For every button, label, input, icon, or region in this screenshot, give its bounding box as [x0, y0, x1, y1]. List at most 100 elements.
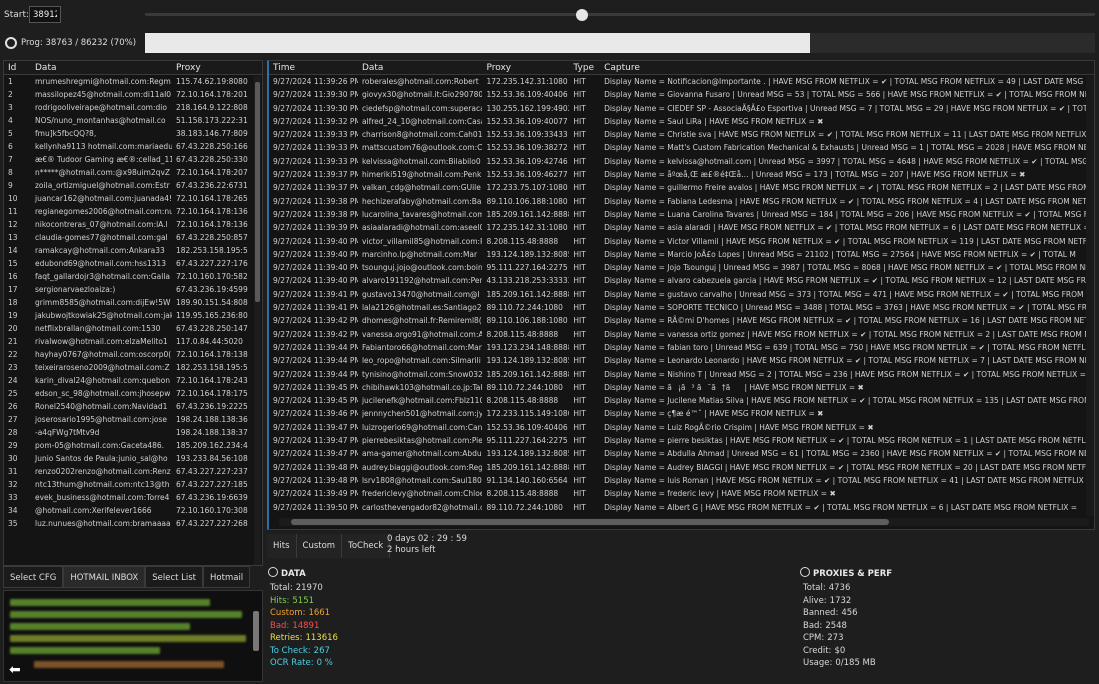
table-row[interactable]: 34 @hotmail.com:Xerifelever1666 72.10.160.… [4, 504, 262, 517]
table-row[interactable]: 9/27/2024 11:39:33 PM mattscustom76@outlo… [269, 141, 1094, 154]
table-row[interactable]: 27 joserosario1995@hotmail.com:jose 198.24… [4, 413, 262, 426]
table-row[interactable]: 9 zoila_ortizmiguel@hotmail.com:Estr 67.43… [4, 179, 262, 192]
table-row[interactable]: 35 luz.nunues@hotmail.com:bramaaaa 67.43.2… [4, 517, 262, 530]
tab-tocheck[interactable]: ToCheck [342, 534, 391, 558]
table-row[interactable]: 8 n*****@hotmail.com:@x98uim2qvZ 72.10.164… [4, 166, 262, 179]
table-row[interactable]: 28 -a4qFWg7tMtv9d 198.24.188.138:37 [4, 426, 262, 439]
table-row[interactable]: 9/27/2024 11:39:50 PM carlosthevengador82… [269, 501, 1094, 514]
table-row[interactable]: 33 evek_business@hotmail.com:Torre4 67.43.… [4, 491, 262, 504]
accounts-table[interactable]: Id Data Proxy 1 mrumeshregmi@hotmail.com:… [3, 60, 263, 566]
cell-proxy: 72.10.164.178:207 [176, 168, 248, 177]
table-row[interactable]: 18 grimm8585@hotmail.com:dijEw!5W 189.90.1… [4, 296, 262, 309]
table-row[interactable]: 9/27/2024 11:39:48 PM audrey.biaggi@outlo… [269, 461, 1094, 474]
table-row[interactable]: 21 rivalwow@hotmail.com:elzaMelito1 117.0.… [4, 335, 262, 348]
cell-type: HIT [573, 249, 586, 259]
table-row[interactable]: 9/27/2024 11:39:42 PM dhomes@hotmail.fr:R… [269, 314, 1094, 327]
select-cfg-button[interactable]: Select CFG [3, 566, 64, 588]
table-row[interactable]: 12 nikocontreras_07@hotmail.com:lA.l 72.10… [4, 218, 262, 231]
table-row[interactable]: 9/27/2024 11:39:32 PM alfred_24_10@hotmai… [269, 115, 1094, 128]
start-slider[interactable] [145, 13, 1095, 16]
table-row[interactable]: 9/27/2024 11:39:41 PM gustavo13470@hotmai… [269, 288, 1094, 301]
table-row[interactable]: 19 jakubwojtkowiak25@hotmail.com:jak 119.9… [4, 309, 262, 322]
tab-custom[interactable]: Custom [296, 534, 343, 558]
table-row[interactable]: 10 juancar162@hotmail.com:juanada4! 72.10.… [4, 192, 262, 205]
table-row[interactable]: 9/27/2024 11:39:39 PM asiaalaradi@hotmail… [269, 221, 1094, 234]
table-row[interactable]: 9/27/2024 11:39:40 PM marcinho.lp@hotmail… [269, 248, 1094, 261]
table-row[interactable]: 9/27/2024 11:39:47 PM luizrogerio69@hotma… [269, 421, 1094, 434]
table-row[interactable]: 9/27/2024 11:39:37 PM himeriki519@hotmail… [269, 168, 1094, 181]
cell-data: faqt_gallardojr3@hotmail.com:Galla [35, 272, 170, 281]
table-row[interactable]: 14 ramakcay@hotmail.com:Ankara33 182.253.1… [4, 244, 262, 257]
table-row[interactable]: 6 kellynha9113 hotmail.com:mariaedu 67.43.… [4, 140, 262, 153]
table-row[interactable]: 15 edubond69@hotmail.com:hss1313 67.43.227… [4, 257, 262, 270]
table-row[interactable]: 9/27/2024 11:39:48 PM lsrv1808@hotmail.co… [269, 474, 1094, 487]
select-list-button[interactable]: Select List [145, 566, 204, 588]
col-capture[interactable]: Capture [600, 61, 1094, 74]
table-row[interactable]: 31 renzo0202renzo@hotmail.com:Renz 67.43.2… [4, 465, 262, 478]
table-row[interactable]: 22 hayhay0767@hotmail.com:oscorp0(72.10.1… [4, 348, 262, 361]
table-row[interactable]: 9/27/2024 11:39:26 PM roberales@hotmail.c… [269, 75, 1094, 88]
table-row[interactable]: 9/27/2024 11:39:40 PM alvaro191192@hotmai… [269, 274, 1094, 287]
table-row[interactable]: 9/27/2024 11:39:44 PM leo_ropo@hotmail.co… [269, 354, 1094, 367]
table-row[interactable]: 9/27/2024 11:39:42 PM vanessa.orgo91@hotm… [269, 328, 1094, 341]
col-proxy[interactable]: Proxy [482, 61, 569, 74]
table-row[interactable]: 25 edson_sc_98@hotmail.com:jhosepw 72.10.1… [4, 387, 262, 400]
table-row[interactable]: 26 Ronel2540@hotmail.com:Navidad1 67.43.23… [4, 400, 262, 413]
col-data[interactable]: Data [358, 61, 483, 74]
table-row[interactable]: 20 netflixbrallan@hotmail.com:1530 67.43.2… [4, 322, 262, 335]
start-slider-thumb[interactable] [576, 9, 588, 21]
col-proxy[interactable]: Proxy [172, 61, 252, 74]
log-scrollbar[interactable] [253, 611, 259, 651]
table-row[interactable]: 9/27/2024 11:39:30 PM giovyx30@hotmail.it… [269, 88, 1094, 101]
table-row[interactable]: 13 claudia-gomes77@hotmail.com:gal 67.43.2… [4, 231, 262, 244]
back-icon[interactable]: ⬅ [9, 663, 29, 677]
accounts-scrollbar[interactable] [254, 76, 261, 565]
hits-hscrollbar[interactable] [279, 518, 1089, 526]
cell-proxy: 198.24.188.138:37 [176, 428, 248, 437]
cell-time: 9/27/2024 11:39:40 PM [273, 263, 358, 273]
table-row[interactable]: 9/27/2024 11:39:45 PM jucilenefk@hotmail.… [269, 394, 1094, 407]
table-row[interactable]: 9/27/2024 11:39:47 PM ama-gamer@hotmail.c… [269, 447, 1094, 460]
table-row[interactable]: 9/27/2024 11:39:40 PM victor_villamil85@h… [269, 235, 1094, 248]
table-row[interactable]: 9/27/2024 11:39:33 PM charrison8@hotmail.… [269, 128, 1094, 141]
col-type[interactable]: Type [569, 61, 600, 74]
table-row[interactable]: 30 Junio Santos de Paula:junio_sal@ho 193.… [4, 452, 262, 465]
table-row[interactable]: 11 regianegomes2006@hotmail.com:nu 72.10.1… [4, 205, 262, 218]
table-row[interactable]: 9/27/2024 11:39:45 PM chibihawk103@hotmai… [269, 381, 1094, 394]
table-row[interactable]: 9/27/2024 11:39:30 PM ciedefsp@hotmail.co… [269, 102, 1094, 115]
col-time[interactable]: Time [269, 61, 358, 74]
table-row[interactable]: 2 massilopez45@hotmail.com:di11aI0 72.10.1… [4, 88, 262, 101]
table-row[interactable]: 23 teixeiraroseno2009@hotmail.com:Z 182.25… [4, 361, 262, 374]
cell-data: valkan_cdg@hotmail.com:GUile [361, 183, 481, 193]
cell-capture: Display Name = Jucilene Matias Silva | H… [604, 396, 1091, 406]
table-row[interactable]: 16 faqt_gallardojr3@hotmail.com:Galla 72.1… [4, 270, 262, 283]
table-row[interactable]: 9/27/2024 11:39:46 PM jennnychen501@hotma… [269, 407, 1094, 420]
table-row[interactable]: 9/27/2024 11:39:40 PM tsounguj.jojo@outlo… [269, 261, 1094, 274]
cell-proxy: 67.43.228.250:147 [176, 324, 248, 333]
table-row[interactable]: 29 pom-05@hotmail.com:Gaceta486. 185.209.1… [4, 439, 262, 452]
table-row[interactable]: 9/27/2024 11:39:38 PM lucarolina_tavares@… [269, 208, 1094, 221]
table-row[interactable]: 24 karin_dival24@hotmail.com:quebon 72.10.… [4, 374, 262, 387]
table-row[interactable]: 9/27/2024 11:39:44 PM Fabiantoro66@hotmai… [269, 341, 1094, 354]
col-id[interactable]: Id [4, 61, 31, 74]
table-row[interactable]: 9/27/2024 11:39:41 PM lala2126@hotmail.es… [269, 301, 1094, 314]
table-row[interactable]: 3 rodrigooliveirape@hotmail.com:dio 218.16… [4, 101, 262, 114]
table-row[interactable]: 9/27/2024 11:39:44 PM tynisino@hotmail.co… [269, 368, 1094, 381]
table-row[interactable]: 9/27/2024 11:39:38 PM hechizerafaby@hotma… [269, 195, 1094, 208]
table-row[interactable]: 9/27/2024 11:39:47 PM pierrebesiktas@hotm… [269, 434, 1094, 447]
hits-vscrollbar[interactable] [1086, 76, 1094, 516]
tab-hits[interactable]: Hits [267, 534, 297, 558]
start-input[interactable] [29, 6, 61, 23]
col-data[interactable]: Data [31, 61, 172, 74]
table-row[interactable]: 7 æ€® Tudoor Gaming æ€®:cellad_11 67.43.22… [4, 153, 262, 166]
hits-table[interactable]: Time Data Proxy Type Capture 9/27/2024 1… [267, 60, 1095, 530]
table-row[interactable]: 9/27/2024 11:39:49 PM fredericlevy@hotmai… [269, 487, 1094, 500]
table-row[interactable]: 5 fmu]k5fbcQQ?8, 38.183.146.77:809 [4, 127, 262, 140]
table-row[interactable]: 1 mrumeshregmi@hotmail.com:Regm 115.74.62.… [4, 75, 262, 88]
table-row[interactable]: 17 sergionarvaezloaiza:) 67.43.236.19:4599 [4, 283, 262, 296]
table-row[interactable]: 9/27/2024 11:39:37 PM valkan_cdg@hotmail.… [269, 181, 1094, 194]
table-row[interactable]: 32 ntc13thum@hotmail.com:ntc13@th 67.43.22… [4, 478, 262, 491]
table-row[interactable]: 4 NOS/nuno_montanhas@hotmail.co 51.158.173… [4, 114, 262, 127]
table-row[interactable]: 9/27/2024 11:39:33 PM kelvissa@hotmail.co… [269, 155, 1094, 168]
progress-label: Prog: 38763 / 86232 (70%) [21, 38, 137, 48]
